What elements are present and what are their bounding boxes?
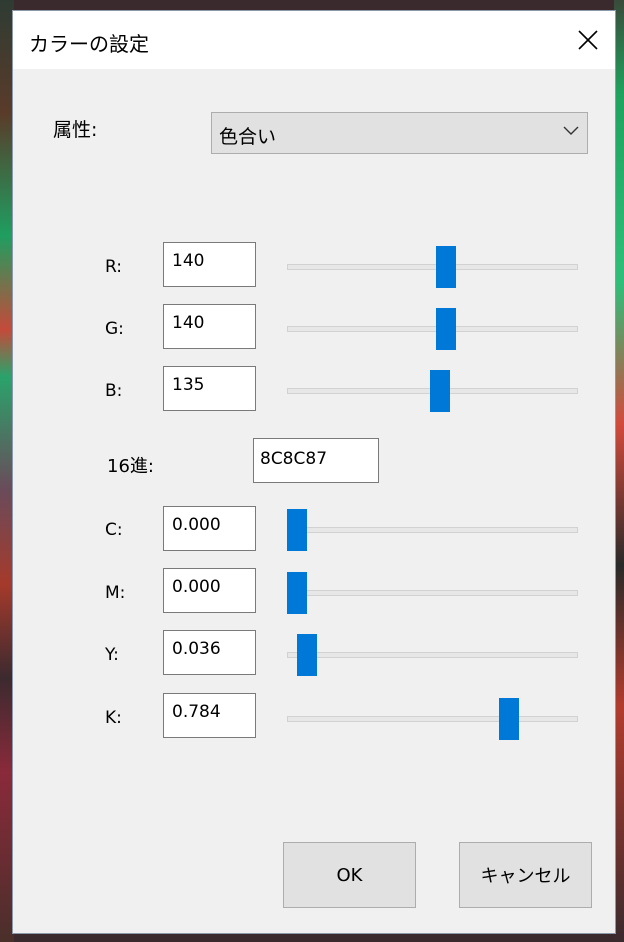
title-bar: カラーの設定 — [13, 11, 615, 69]
color-settings-dialog: カラーの設定 属性: 色合い R: 140 G: 140 B: 135 16進:… — [12, 10, 616, 934]
close-button[interactable] — [561, 11, 615, 69]
attribute-label: 属性: — [53, 119, 98, 141]
y-input[interactable]: 0.036 — [163, 630, 256, 675]
close-icon — [578, 30, 598, 50]
g-input[interactable]: 140 — [163, 304, 256, 349]
cancel-button[interactable]: キャンセル — [459, 842, 592, 908]
b-label: B: — [105, 381, 123, 401]
r-label: R: — [105, 257, 123, 277]
r-input[interactable]: 140 — [163, 242, 256, 287]
c-input[interactable]: 0.000 — [163, 506, 256, 551]
m-input[interactable]: 0.000 — [163, 568, 256, 613]
attribute-selected-value: 色合い — [219, 126, 277, 148]
hex-input[interactable]: 8C8C87 — [253, 438, 379, 483]
g-label: G: — [105, 319, 124, 339]
b-input[interactable]: 135 — [163, 366, 256, 411]
c-slider-track[interactable] — [287, 527, 578, 533]
y-label: Y: — [105, 645, 119, 665]
chevron-down-icon — [563, 126, 579, 135]
hex-label: 16進: — [107, 456, 154, 477]
r-slider-thumb[interactable] — [435, 246, 456, 288]
y-slider-track[interactable] — [287, 652, 578, 658]
m-slider-thumb[interactable] — [287, 572, 307, 614]
k-input[interactable]: 0.784 — [163, 693, 256, 738]
m-slider-track[interactable] — [287, 590, 578, 596]
y-slider-thumb[interactable] — [296, 634, 317, 676]
g-slider-thumb[interactable] — [435, 308, 456, 350]
c-slider-thumb[interactable] — [287, 509, 307, 551]
k-label: K: — [105, 708, 122, 728]
k-slider-track[interactable] — [287, 716, 578, 722]
k-slider-thumb[interactable] — [499, 698, 520, 740]
dialog-title: カラーの設定 — [29, 32, 149, 56]
ok-button[interactable]: OK — [283, 842, 416, 908]
r-slider-track[interactable] — [287, 264, 578, 270]
g-slider-track[interactable] — [287, 326, 578, 332]
attribute-dropdown[interactable]: 色合い — [211, 112, 588, 154]
m-label: M: — [105, 583, 126, 603]
c-label: C: — [105, 520, 123, 540]
b-slider-thumb[interactable] — [430, 370, 451, 412]
